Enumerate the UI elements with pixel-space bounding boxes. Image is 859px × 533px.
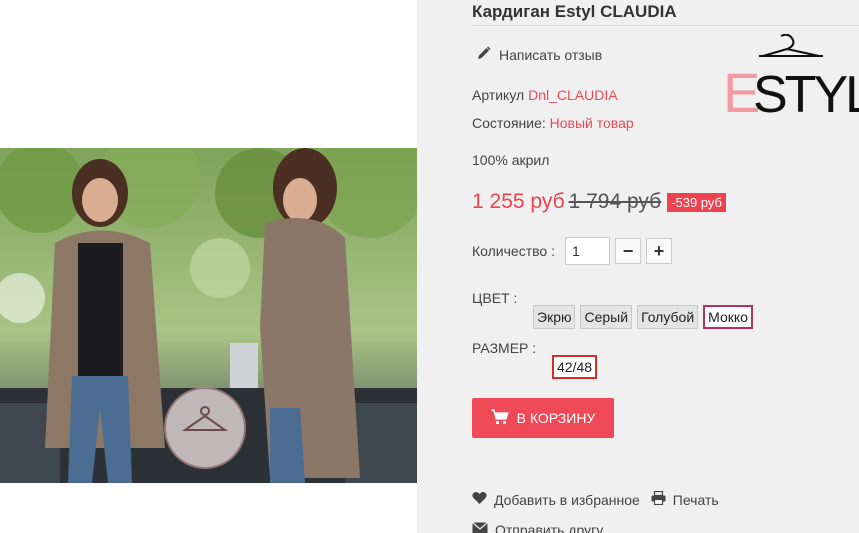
article-row: Артикул Dnl_CLAUDIA — [472, 87, 618, 103]
quantity-row: Количество : − + — [472, 237, 672, 265]
color-label: ЦВЕТ : — [472, 290, 518, 306]
write-review-label: Написать отзыв — [499, 46, 603, 63]
brand-logo-image: E STYL — [723, 33, 859, 124]
product-info-panel: Кардиган Estyl CLAUDIA Написать отзыв E … — [417, 0, 859, 533]
add-to-favorites-link[interactable]: Добавить в избранное — [472, 491, 640, 508]
size-option-42-48[interactable]: 42/48 — [552, 355, 598, 379]
write-review-link[interactable]: Написать отзыв — [477, 46, 602, 63]
secondary-actions: Добавить в избранное Печать — [472, 490, 719, 508]
color-option-ecru[interactable]: Экрю — [533, 305, 576, 329]
article-value: Dnl_CLAUDIA — [528, 87, 618, 103]
product-title: Кардиган Estyl CLAUDIA — [472, 2, 677, 21]
quantity-decrease-button[interactable]: − — [614, 238, 641, 264]
condition-label: Состояние: — [472, 115, 546, 131]
condition-row: Состояние: Новый товар — [472, 115, 634, 131]
brand-logo[interactable]: E STYL — [723, 33, 859, 124]
condition-value: Новый товар — [549, 115, 634, 131]
product-image-area — [0, 0, 417, 533]
color-option-blue[interactable]: Голубой — [637, 305, 699, 329]
quantity-input[interactable] — [564, 237, 610, 265]
svg-text:STYL: STYL — [753, 66, 859, 116]
pencil-icon — [477, 46, 491, 63]
quantity-increase-button[interactable]: + — [645, 238, 672, 264]
current-price: 1 255 руб — [472, 190, 565, 213]
product-photo-image — [0, 148, 417, 483]
article-label: Артикул — [472, 87, 525, 103]
product-photo[interactable] — [0, 148, 417, 483]
heart-icon — [472, 491, 487, 508]
printer-icon — [651, 490, 666, 508]
color-options: Экрю Серый Голубой Мокко — [533, 305, 753, 329]
size-options: 42/48 — [552, 355, 598, 379]
color-option-mocha[interactable]: Мокко — [703, 305, 753, 329]
old-price: 1 794 руб — [568, 190, 662, 213]
send-to-friend-link[interactable]: Отправить другу — [472, 522, 603, 533]
color-option-grey[interactable]: Серый — [580, 305, 633, 329]
print-link[interactable]: Печать — [651, 490, 719, 508]
quantity-label: Количество : — [472, 243, 555, 259]
print-label: Печать — [672, 491, 719, 508]
product-description: 100% акрил — [472, 152, 550, 168]
envelope-icon — [472, 522, 488, 533]
discount-badge: -539 руб — [667, 192, 726, 212]
size-label: РАЗМЕР : — [472, 340, 537, 356]
send-to-friend-label: Отправить другу — [495, 522, 604, 533]
price-block: 1 255 руб 1 794 руб -539 руб — [472, 190, 726, 214]
cart-icon — [490, 408, 509, 428]
add-to-cart-button[interactable]: В КОРЗИНУ — [472, 398, 614, 438]
add-to-favorites-label: Добавить в избранное — [494, 491, 640, 508]
title-divider — [472, 25, 859, 26]
add-to-cart-label: В КОРЗИНУ — [516, 410, 596, 426]
